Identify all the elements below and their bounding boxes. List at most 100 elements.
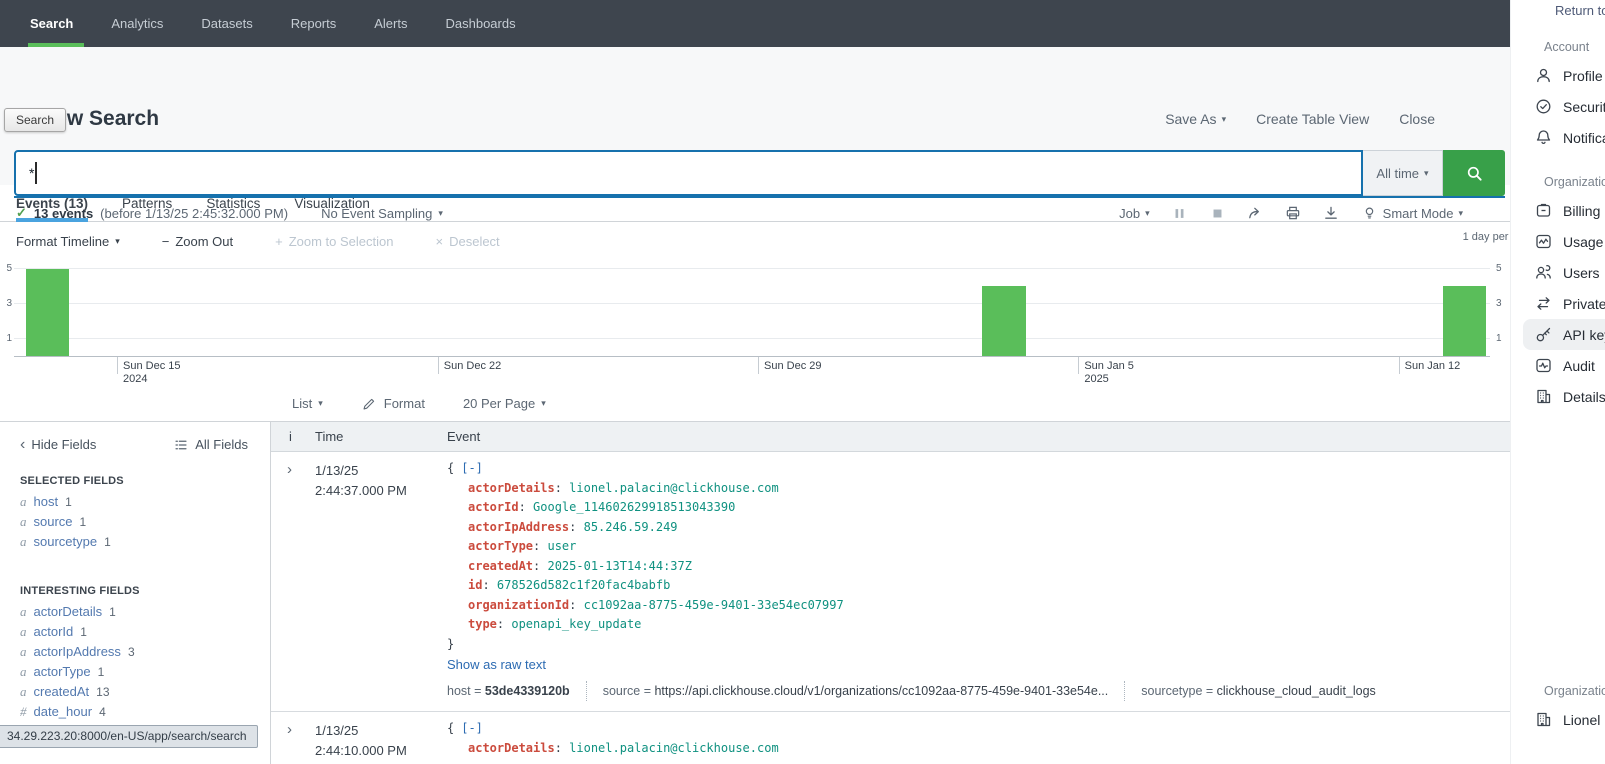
cloud-settings-panel: Return to Account Profile Security Notif…: [1510, 0, 1605, 764]
create-table-view-button[interactable]: Create Table View: [1256, 111, 1369, 127]
panel-item-audit[interactable]: Audit: [1511, 350, 1605, 381]
billing-icon: [1535, 202, 1552, 219]
browser-tooltip: Search: [4, 108, 66, 132]
meta-host[interactable]: host = 53de4339120b: [447, 681, 586, 701]
panel-item-users[interactable]: Users: [1511, 257, 1605, 288]
search-icon: [1466, 165, 1483, 182]
x-tick-label: Sun Jan 12: [1405, 360, 1461, 373]
search-button[interactable]: [1443, 150, 1505, 196]
hide-fields-button[interactable]: ‹ Hide Fields: [20, 436, 96, 453]
panel-item-details[interactable]: Details: [1511, 381, 1605, 412]
chevron-left-icon: ‹: [20, 437, 25, 453]
audit-icon: [1535, 357, 1552, 374]
browser-status-url: 34.29.223.20:8000/en-US/app/search/searc…: [0, 725, 258, 748]
panel-item-billing[interactable]: Billing: [1511, 195, 1605, 226]
building-icon: [1535, 388, 1552, 405]
cross-icon: ×: [436, 234, 444, 249]
field-date-hour[interactable]: # date_hour 4: [0, 703, 270, 723]
time-range-picker[interactable]: All time▾: [1363, 150, 1443, 196]
histogram-bar[interactable]: [1443, 286, 1487, 356]
share-button[interactable]: [1247, 205, 1264, 222]
print-button[interactable]: [1285, 205, 1302, 222]
search-bar: * All time▾: [14, 150, 1505, 196]
save-as-button[interactable]: Save As▾: [1165, 111, 1226, 127]
column-header-time: Time: [315, 429, 447, 444]
panel-item-org-lionel[interactable]: Lionel: [1511, 704, 1605, 735]
job-status-row: ✓ 13 events (before 1/13/25 2:45:32.000 …: [16, 200, 1463, 226]
format-results-button[interactable]: Format: [361, 395, 425, 412]
y-tick-label: 1: [1496, 333, 1502, 345]
arrows-swap-icon: [1535, 295, 1552, 312]
building-icon: [1535, 711, 1552, 728]
x-tick-mark: [1078, 357, 1079, 374]
search-input[interactable]: *: [14, 150, 1363, 196]
header-actions: Save As▾ Create Table View Close: [1165, 111, 1435, 127]
field-source[interactable]: a source 1: [0, 513, 270, 533]
zoom-to-selection-button[interactable]: +Zoom to Selection: [275, 234, 393, 249]
bell-icon: [1535, 129, 1552, 146]
field-actorIpAddress[interactable]: a actorIpAddress 3: [0, 643, 270, 663]
panel-item-profile[interactable]: Profile: [1511, 60, 1605, 91]
meta-sourcetype[interactable]: sourcetype = clickhouse_cloud_audit_logs: [1124, 681, 1392, 701]
deselect-button[interactable]: ×Deselect: [436, 234, 500, 249]
per-page-dropdown[interactable]: 20 Per Page▾: [463, 396, 546, 411]
fields-sidebar: ‹ Hide Fields All Fields SELECTED FIELDS…: [0, 422, 271, 764]
usage-chart-icon: [1535, 233, 1552, 250]
event-time: 1/13/25 2:44:37.000 PM: [315, 459, 447, 709]
collapse-json-toggle[interactable]: [-]: [461, 461, 483, 475]
field-sourcetype[interactable]: a sourcetype 1: [0, 533, 270, 553]
panel-item-usage[interactable]: Usage: [1511, 226, 1605, 257]
job-menu[interactable]: Job▾: [1119, 206, 1150, 221]
panel-item-api-keys[interactable]: API keys: [1523, 319, 1605, 350]
field-actorDetails[interactable]: a actorDetails 1: [0, 603, 270, 623]
stop-icon: [1209, 205, 1226, 222]
panel-item-private[interactable]: Private: [1511, 288, 1605, 319]
event-sampling-dropdown[interactable]: No Event Sampling▾: [321, 206, 443, 221]
zoom-out-button[interactable]: −Zoom Out: [162, 234, 233, 249]
search-mode-dropdown[interactable]: Smart Mode▾: [1361, 205, 1463, 222]
nav-item-analytics[interactable]: Analytics: [92, 0, 182, 47]
y-tick-label: 3: [1496, 298, 1502, 310]
job-done-check-icon: ✓: [16, 205, 27, 221]
x-tick-mark: [1399, 357, 1400, 374]
field-createdAt[interactable]: a createdAt 13: [0, 683, 270, 703]
nav-item-alerts[interactable]: Alerts: [355, 0, 426, 47]
show-raw-text-link[interactable]: Show as raw text: [447, 657, 546, 672]
field-host[interactable]: a host 1: [0, 493, 270, 513]
nav-item-datasets[interactable]: Datasets: [182, 0, 271, 47]
gridline: [14, 338, 1490, 339]
histogram-bar[interactable]: [982, 286, 1026, 356]
return-to-link[interactable]: Return to: [1555, 3, 1605, 18]
list-view-dropdown[interactable]: List▾: [292, 396, 323, 411]
export-button[interactable]: [1323, 205, 1340, 222]
person-icon: [1535, 67, 1552, 84]
chevron-down-icon: ▾: [318, 399, 323, 408]
shield-check-icon: [1535, 98, 1552, 115]
result-qualifier: (before 1/13/25 2:45:32.000 PM): [100, 206, 288, 221]
field-actorType[interactable]: a actorType 1: [0, 663, 270, 683]
chevron-down-icon: ▾: [1458, 209, 1463, 218]
timeline-controls: Format Timeline▾ −Zoom Out +Zoom to Sele…: [16, 226, 500, 256]
nav-item-search[interactable]: Search: [30, 0, 92, 47]
x-tick-label: Sun Dec 22: [444, 360, 501, 373]
format-timeline-dropdown[interactable]: Format Timeline▾: [16, 234, 120, 249]
panel-item-notifications[interactable]: Notifications: [1511, 122, 1605, 153]
field-actorId[interactable]: a actorId 1: [0, 623, 270, 643]
minus-icon: −: [162, 234, 170, 249]
panel-item-security[interactable]: Security: [1511, 91, 1605, 122]
results-area: ‹ Hide Fields All Fields SELECTED FIELDS…: [0, 422, 1510, 764]
histogram-bar[interactable]: [26, 269, 70, 356]
meta-source[interactable]: source = https://api.clickhouse.cloud/v1…: [586, 681, 1125, 701]
selected-fields-header: SELECTED FIELDS: [0, 475, 270, 487]
all-fields-button[interactable]: All Fields: [172, 436, 248, 453]
top-nav: Search Analytics Datasets Reports Alerts…: [0, 0, 1510, 47]
collapse-json-toggle[interactable]: [-]: [461, 721, 483, 735]
stop-button[interactable]: [1209, 205, 1226, 222]
nav-item-dashboards[interactable]: Dashboards: [426, 0, 534, 47]
expand-event-icon[interactable]: ›: [271, 459, 315, 709]
close-button[interactable]: Close: [1399, 111, 1435, 127]
expand-event-icon[interactable]: ›: [271, 719, 315, 760]
nav-item-reports[interactable]: Reports: [272, 0, 356, 47]
timeline-plot[interactable]: [14, 262, 1490, 357]
pause-button[interactable]: [1171, 205, 1188, 222]
